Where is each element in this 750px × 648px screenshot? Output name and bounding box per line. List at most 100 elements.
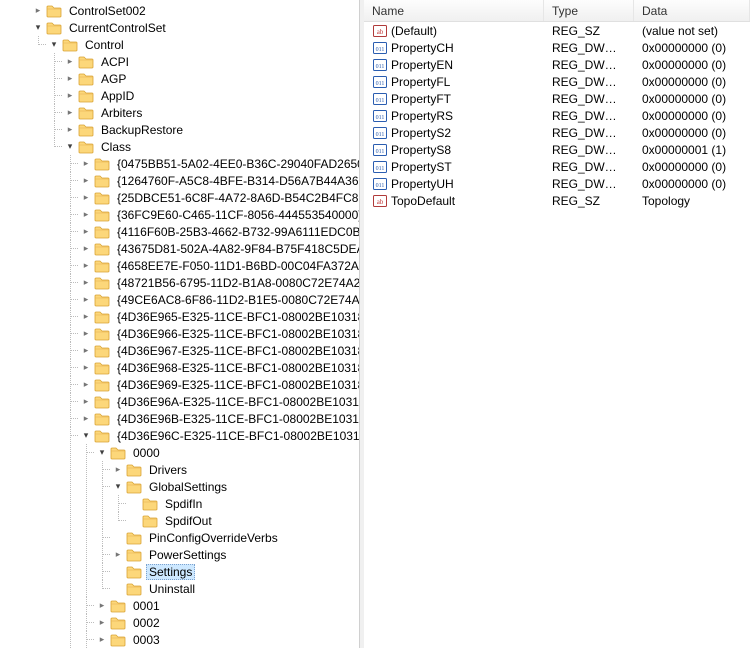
expand-icon[interactable]: ▸ <box>96 617 108 629</box>
collapse-icon[interactable]: ▾ <box>112 481 124 493</box>
value-row[interactable]: 011PropertySTREG_DWORD0x00000000 (0) <box>364 158 750 175</box>
tree-item[interactable]: ▸{4D36E96A-E325-11CE-BFC1-08002BE10318} <box>80 393 359 410</box>
collapse-icon[interactable]: ▾ <box>32 22 44 34</box>
tree-item[interactable]: ▸{4D36E967-E325-11CE-BFC1-08002BE10318} <box>80 342 359 359</box>
expand-icon[interactable]: ▸ <box>80 362 92 374</box>
tree-item[interactable]: ▸{25DBCE51-6C8F-4A72-8A6D-B54C2B4FC835} <box>80 189 359 206</box>
tree-item[interactable]: ▸AGP <box>64 70 359 87</box>
expand-icon[interactable]: ▸ <box>80 175 92 187</box>
tree-item[interactable]: ▸Drivers <box>112 461 359 478</box>
column-header-data[interactable]: Data <box>634 0 750 21</box>
tree-item[interactable]: ▸{43675D81-502A-4A82-9F84-B75F418C5DEA} <box>80 240 359 257</box>
value-row[interactable]: 011PropertyENREG_DWORD0x00000000 (0) <box>364 56 750 73</box>
tree-item[interactable]: ▸0002 <box>96 614 359 631</box>
expand-icon[interactable]: ▸ <box>80 158 92 170</box>
tree-item[interactable]: ▸{4D36E969-E325-11CE-BFC1-08002BE10318} <box>80 376 359 393</box>
value-type: REG_SZ <box>544 194 634 208</box>
tree-item[interactable]: ▸BackupRestore <box>64 121 359 138</box>
value-row[interactable]: abTopoDefaultREG_SZTopology <box>364 192 750 209</box>
expand-icon[interactable]: ▸ <box>80 345 92 357</box>
expand-icon[interactable]: ▸ <box>80 209 92 221</box>
tree-item-label: Arbiters <box>98 105 145 121</box>
value-data: 0x00000000 (0) <box>634 41 750 55</box>
expand-icon[interactable]: ▸ <box>112 549 124 561</box>
tree-item[interactable]: ▸ 0001 <box>96 597 359 614</box>
value-row[interactable]: 011PropertyS2REG_DWORD0x00000000 (0) <box>364 124 750 141</box>
value-row[interactable]: 011PropertyCHREG_DWORD0x00000000 (0) <box>364 39 750 56</box>
expand-icon[interactable]: ▸ <box>80 260 92 272</box>
value-row[interactable]: 011PropertyRSREG_DWORD0x00000000 (0) <box>364 107 750 124</box>
expand-icon[interactable]: ▸ <box>64 56 76 68</box>
folder-icon <box>126 480 142 494</box>
tree-item[interactable]: ▸Settings <box>112 563 359 580</box>
tree-item-label: {4116F60B-25B3-4662-B732-99A6111EDC0B} <box>114 224 360 240</box>
collapse-icon[interactable]: ▾ <box>80 430 92 442</box>
tree-item[interactable]: ▸{49CE6AC8-6F86-11D2-B1E5-0080C72E74A2} <box>80 291 359 308</box>
value-row[interactable]: ab(Default)REG_SZ(value not set) <box>364 22 750 39</box>
expand-icon[interactable]: ▸ <box>80 396 92 408</box>
expand-icon[interactable]: ▸ <box>80 226 92 238</box>
column-header-type[interactable]: Type <box>544 0 634 21</box>
tree-item[interactable]: ▸Uninstall <box>112 580 359 597</box>
expand-icon[interactable]: ▸ <box>96 600 108 612</box>
expand-icon[interactable]: ▸ <box>64 124 76 136</box>
tree-item[interactable]: ▸{36FC9E60-C465-11CF-8056-444553540000} <box>80 206 359 223</box>
tree-item[interactable]: ▸ACPI <box>64 53 359 70</box>
tree-item[interactable]: ▸SpdifIn <box>128 495 359 512</box>
expand-icon[interactable]: ▸ <box>64 73 76 85</box>
expand-icon[interactable]: ▸ <box>64 107 76 119</box>
tree-item[interactable]: ▸{4658EE7E-F050-11D1-B6BD-00C04FA372A7} <box>80 257 359 274</box>
value-row[interactable]: 011PropertyUHREG_DWORD0x00000000 (0) <box>364 175 750 192</box>
tree-item-label: 0001 <box>130 598 163 614</box>
collapse-icon[interactable]: ▾ <box>48 39 60 51</box>
expand-icon[interactable]: ▸ <box>32 5 44 17</box>
tree-item[interactable]: ▸ Arbiters <box>64 104 359 121</box>
registry-tree-pane[interactable]: ▸ControlSet002 ▾ CurrentControlSet ▾ Control… <box>0 0 360 648</box>
expand-icon[interactable]: ▸ <box>80 311 92 323</box>
value-data: Topology <box>634 194 750 208</box>
expand-icon[interactable]: ▸ <box>80 328 92 340</box>
tree-item[interactable]: ▸{4D36E96B-E325-11CE-BFC1-08002BE10318} <box>80 410 359 427</box>
expand-icon[interactable]: ▸ <box>112 464 124 476</box>
value-row[interactable]: 011PropertyFLREG_DWORD0x00000000 (0) <box>364 73 750 90</box>
tree-item-label: CurrentControlSet <box>66 20 169 36</box>
collapse-icon[interactable]: ▾ <box>96 447 108 459</box>
tree-item[interactable]: ▸ControlSet002 <box>32 2 359 19</box>
tree-item[interactable]: ▸PinConfigOverrideVerbs <box>112 529 359 546</box>
tree-item[interactable]: ▸AppID <box>64 87 359 104</box>
tree-item-label: Control <box>82 37 127 53</box>
tree-item-label: {48721B56-6795-11D2-B1A8-0080C72E74A2} <box>114 275 360 291</box>
value-row[interactable]: 011PropertyFTREG_DWORD0x00000000 (0) <box>364 90 750 107</box>
expand-icon[interactable]: ▸ <box>80 379 92 391</box>
expand-icon[interactable]: ▸ <box>96 634 108 646</box>
tree-item[interactable]: ▸{1264760F-A5C8-4BFE-B314-D56A7B44A362} <box>80 172 359 189</box>
expand-icon[interactable]: ▸ <box>80 413 92 425</box>
value-name: PropertyUH <box>391 177 454 191</box>
tree-item[interactable]: ▸ {4116F60B-25B3-4662-B732-99A6111EDC0B} <box>80 223 359 240</box>
tree-item[interactable]: ▸PowerSettings <box>112 546 359 563</box>
expand-icon[interactable]: ▸ <box>80 192 92 204</box>
tree-item[interactable]: ▸{4D36E968-E325-11CE-BFC1-08002BE10318} <box>80 359 359 376</box>
svg-text:011: 011 <box>376 149 385 155</box>
expand-icon[interactable]: ▸ <box>64 90 76 102</box>
tree-item[interactable]: ▸{4D36E965-E325-11CE-BFC1-08002BE10318} <box>80 308 359 325</box>
tree-item[interactable]: ▸0003 <box>96 631 359 648</box>
tree-item[interactable]: ▾ Control <box>48 36 359 53</box>
tree-item[interactable]: ▾GlobalSettings <box>112 478 359 495</box>
tree-item[interactable]: ▸{0475BB51-5A02-4EE0-B36C-29040FAD2650} <box>80 155 359 172</box>
expand-icon[interactable]: ▸ <box>80 277 92 289</box>
tree-item[interactable]: ▾ CurrentControlSet <box>32 19 359 36</box>
column-header-name[interactable]: Name <box>364 0 544 21</box>
tree-item[interactable]: ▸{4D36E966-E325-11CE-BFC1-08002BE10318} <box>80 325 359 342</box>
tree-item[interactable]: ▾Class <box>64 138 359 155</box>
tree-item[interactable]: ▾0000 <box>96 444 359 461</box>
tree-item[interactable]: ▸ {48721B56-6795-11D2-B1A8-0080C72E74A2} <box>80 274 359 291</box>
collapse-icon[interactable]: ▾ <box>64 141 76 153</box>
expand-icon[interactable]: ▸ <box>80 294 92 306</box>
tree-item[interactable]: ▸SpdifOut <box>128 512 359 529</box>
tree-item[interactable]: ▾{4D36E96C-E325-11CE-BFC1-08002BE10318} <box>80 427 359 444</box>
expand-icon[interactable]: ▸ <box>80 243 92 255</box>
folder-icon <box>78 140 94 154</box>
value-row[interactable]: 011PropertyS8REG_DWORD0x00000001 (1) <box>364 141 750 158</box>
value-name: PropertyEN <box>391 58 453 72</box>
